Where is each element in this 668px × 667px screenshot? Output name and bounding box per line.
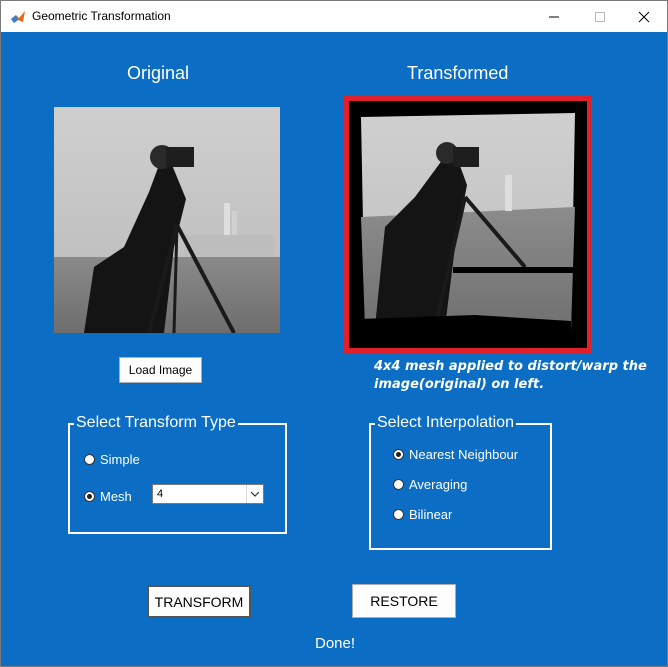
transform-panel-title: Select Transform Type [74,414,238,432]
maximize-button[interactable] [577,1,623,32]
radio-averaging-indicator[interactable] [393,479,404,490]
radio-averaging-label: Averaging [409,477,468,492]
radio-bilinear-label: Bilinear [409,507,453,522]
restore-button[interactable]: RESTORE [352,584,456,618]
radio-nearest[interactable]: Nearest Neighbour [393,447,518,462]
title-bar: Geometric Transformation [1,1,667,32]
transformed-image [355,107,581,342]
radio-nearest-label: Nearest Neighbour [409,447,519,462]
transform-type-panel: Select Transform Type Simple Mesh 4 [68,414,287,534]
close-button[interactable] [621,1,667,32]
status-text: Done! [315,635,356,652]
radio-simple-indicator[interactable] [84,454,95,465]
radio-averaging[interactable]: Averaging [393,477,467,492]
matlab-icon [11,11,25,23]
minimize-icon [549,16,559,17]
note-line-1: 4x4 mesh applied to distort/warp the [374,359,647,374]
chevron-down-icon[interactable] [246,485,263,503]
maximize-icon [595,11,605,22]
transformed-image-frame [344,96,592,353]
interpolation-panel: Select Interpolation Nearest Neighbour A… [369,414,552,550]
radio-simple[interactable]: Simple [84,452,140,467]
original-heading: Original [127,63,190,83]
original-image [54,107,280,333]
transformed-heading: Transformed [407,63,509,83]
minimize-button[interactable] [531,1,577,32]
note-line-2: image(original) on left. [374,377,545,392]
radio-mesh-indicator[interactable] [84,491,95,502]
radio-mesh-label: Mesh [100,489,132,504]
transform-button[interactable]: TRANSFORM [147,585,251,618]
radio-bilinear[interactable]: Bilinear [393,507,452,522]
mesh-size-select[interactable]: 4 [152,484,264,504]
radio-mesh[interactable]: Mesh [84,489,132,504]
interp-panel-title: Select Interpolation [375,414,516,432]
main-panel: Original Transformed Load Image 4x4 mesh… [1,32,667,666]
app-window: Geometric Transformation Original Transf… [0,0,668,667]
close-icon [638,11,650,22]
mesh-size-value: 4 [157,488,164,500]
radio-bilinear-indicator[interactable] [393,509,404,520]
load-image-button[interactable]: Load Image [119,357,202,383]
radio-simple-label: Simple [100,452,140,467]
transform-note: 4x4 mesh applied to distort/warp the ima… [374,358,647,394]
window-title: Geometric Transformation [32,9,171,23]
radio-nearest-indicator[interactable] [393,449,404,460]
